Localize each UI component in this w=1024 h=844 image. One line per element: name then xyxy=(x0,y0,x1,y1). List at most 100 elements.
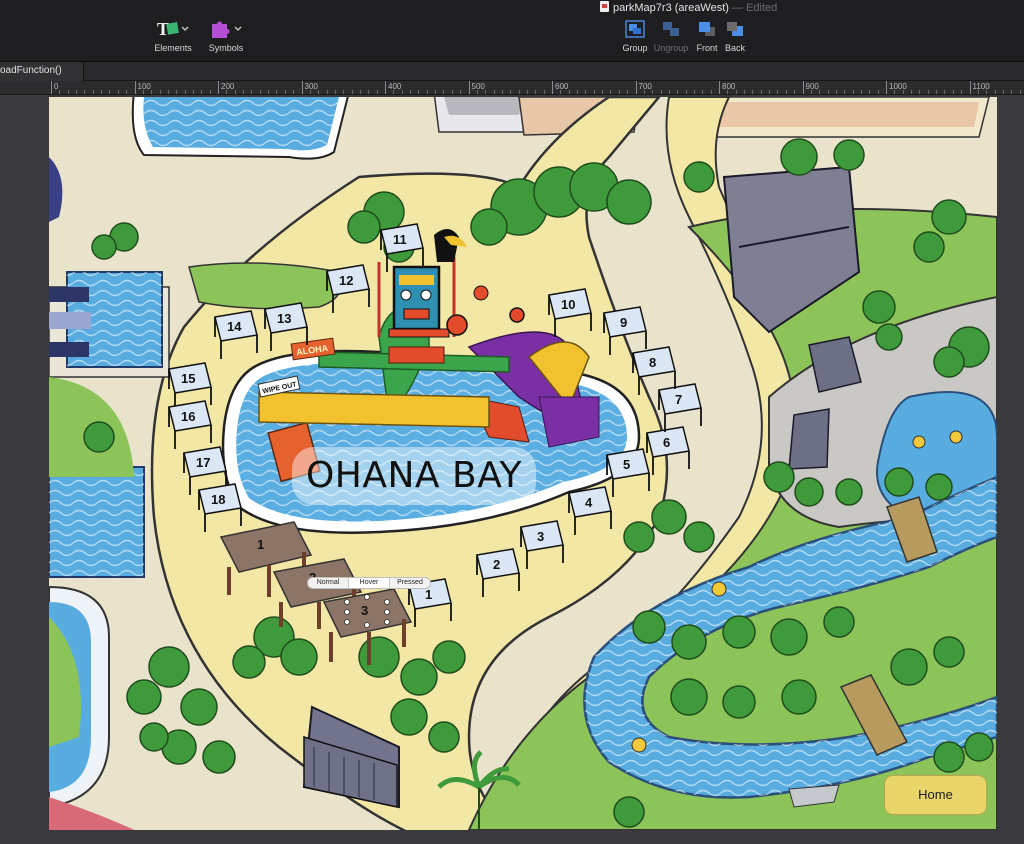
ruler-minor-tick xyxy=(426,90,428,94)
ruler-minor-tick xyxy=(560,90,562,94)
ruler-tick xyxy=(635,81,637,94)
ruler-minor-tick xyxy=(59,90,61,94)
ruler-minor-tick xyxy=(819,90,821,94)
ruler-minor-tick xyxy=(309,90,311,94)
horizontal-ruler: 0 100 200 300 400 500 600 700 800 900 1000 1100 xyxy=(0,81,1024,95)
ruler-minor-tick xyxy=(668,90,670,94)
ruler-minor-tick xyxy=(368,90,370,94)
ruler-minor-tick xyxy=(777,90,779,94)
pergola-number: 1 xyxy=(257,537,264,552)
top-pool xyxy=(131,97,349,160)
cabana-number: 6 xyxy=(663,435,670,450)
ruler-minor-tick xyxy=(752,90,754,94)
ruler-minor-tick xyxy=(643,90,645,94)
cabana-number: 10 xyxy=(561,297,575,312)
ruler-minor-tick xyxy=(226,90,228,94)
ruler-minor-tick xyxy=(702,90,704,94)
ruler-minor-tick xyxy=(577,90,579,94)
cabana-number: 2 xyxy=(493,557,500,572)
ruler-tick xyxy=(385,81,386,94)
ruler-minor-tick xyxy=(610,90,612,94)
ruler-minor-tick xyxy=(351,90,353,94)
ruler-label: 1000 xyxy=(889,82,907,91)
ruler-minor-tick xyxy=(977,90,979,94)
ruler-minor-tick xyxy=(510,90,512,94)
ruler-minor-tick xyxy=(869,90,871,94)
ruler-minor-tick xyxy=(827,90,829,94)
ruler-tick xyxy=(969,81,971,94)
ruler-tick xyxy=(552,81,553,94)
ruler-minor-tick xyxy=(911,90,913,94)
ruler-minor-tick xyxy=(727,90,729,94)
ruler-minor-tick xyxy=(334,90,336,94)
ruler-minor-tick xyxy=(359,90,361,94)
cabana-number: 11 xyxy=(393,232,407,247)
ruler-minor-tick xyxy=(251,90,253,94)
back-button[interactable]: Back xyxy=(707,18,763,53)
puzzle-icon xyxy=(198,18,254,40)
ruler-minor-tick xyxy=(535,90,537,94)
ruler-minor-tick xyxy=(660,90,662,94)
cabana-number: 8 xyxy=(649,355,656,370)
ruler-minor-tick xyxy=(84,90,86,94)
symbols-button[interactable]: Symbols xyxy=(198,18,254,53)
state-hover-tab[interactable]: Hover xyxy=(349,578,390,588)
ruler-minor-tick xyxy=(293,90,295,94)
ruler-label: 300 xyxy=(304,82,318,91)
ruler-label: 400 xyxy=(388,82,402,91)
ruler-minor-tick xyxy=(986,90,988,94)
elements-icon: T xyxy=(145,18,201,40)
cabana-number: 7 xyxy=(675,392,682,407)
ruler-tick xyxy=(301,81,303,94)
ruler-minor-tick xyxy=(785,90,787,94)
ruler-minor-tick xyxy=(927,90,929,94)
ruler-minor-tick xyxy=(76,90,78,94)
ruler-minor-tick xyxy=(159,90,161,94)
ruler-minor-tick xyxy=(376,90,378,94)
ruler-minor-tick xyxy=(151,90,153,94)
ruler-label: 100 xyxy=(137,82,151,91)
ruler-minor-tick xyxy=(585,90,587,94)
symbols-label: Symbols xyxy=(208,43,244,53)
ruler-minor-tick xyxy=(192,90,194,94)
ruler-minor-tick xyxy=(794,90,796,94)
tab-label: oadFunction() xyxy=(0,65,62,76)
ruler-minor-tick xyxy=(810,90,812,94)
ruler-minor-tick xyxy=(1002,90,1004,94)
tab-load-function[interactable]: oadFunction() xyxy=(0,62,84,81)
ruler-minor-tick xyxy=(476,90,478,94)
ruler-minor-tick xyxy=(209,90,211,94)
ruler-tick xyxy=(802,81,804,94)
state-normal-tab[interactable]: Normal xyxy=(308,578,349,588)
ruler-tick xyxy=(51,81,52,94)
document-icon xyxy=(600,1,609,12)
ruler-minor-tick xyxy=(568,90,570,94)
cabana-number: 5 xyxy=(623,457,630,472)
area-name-label: OHANA BAY xyxy=(292,447,536,505)
state-pressed-tab[interactable]: Pressed xyxy=(390,578,430,588)
ruler-minor-tick xyxy=(126,90,128,94)
ruler-minor-tick xyxy=(994,90,996,94)
cabana-number: 14 xyxy=(227,319,242,334)
ruler-label: 500 xyxy=(471,82,485,91)
ruler-label: 600 xyxy=(555,82,569,91)
home-button[interactable]: Home xyxy=(884,775,987,815)
ruler-minor-tick xyxy=(919,90,921,94)
ruler-minor-tick xyxy=(860,90,862,94)
ruler-minor-tick xyxy=(944,90,946,94)
ruler-tick xyxy=(468,81,470,94)
ruler-minor-tick xyxy=(894,90,896,94)
cabana-number: 12 xyxy=(339,273,353,288)
ruler-minor-tick xyxy=(735,90,737,94)
ruler-minor-tick xyxy=(961,90,963,94)
ruler-minor-tick xyxy=(852,90,854,94)
ruler-minor-tick xyxy=(526,90,528,94)
ruler-minor-tick xyxy=(593,90,595,94)
button-state-selector[interactable]: Normal Hover Pressed xyxy=(307,577,431,589)
cabana-number: 9 xyxy=(620,315,627,330)
cabana-number: 18 xyxy=(211,492,225,507)
ruler-minor-tick xyxy=(501,90,503,94)
edited-status: — Edited xyxy=(732,2,778,14)
elements-button[interactable]: T Elements xyxy=(145,18,201,53)
ruler-minor-tick xyxy=(952,90,954,94)
